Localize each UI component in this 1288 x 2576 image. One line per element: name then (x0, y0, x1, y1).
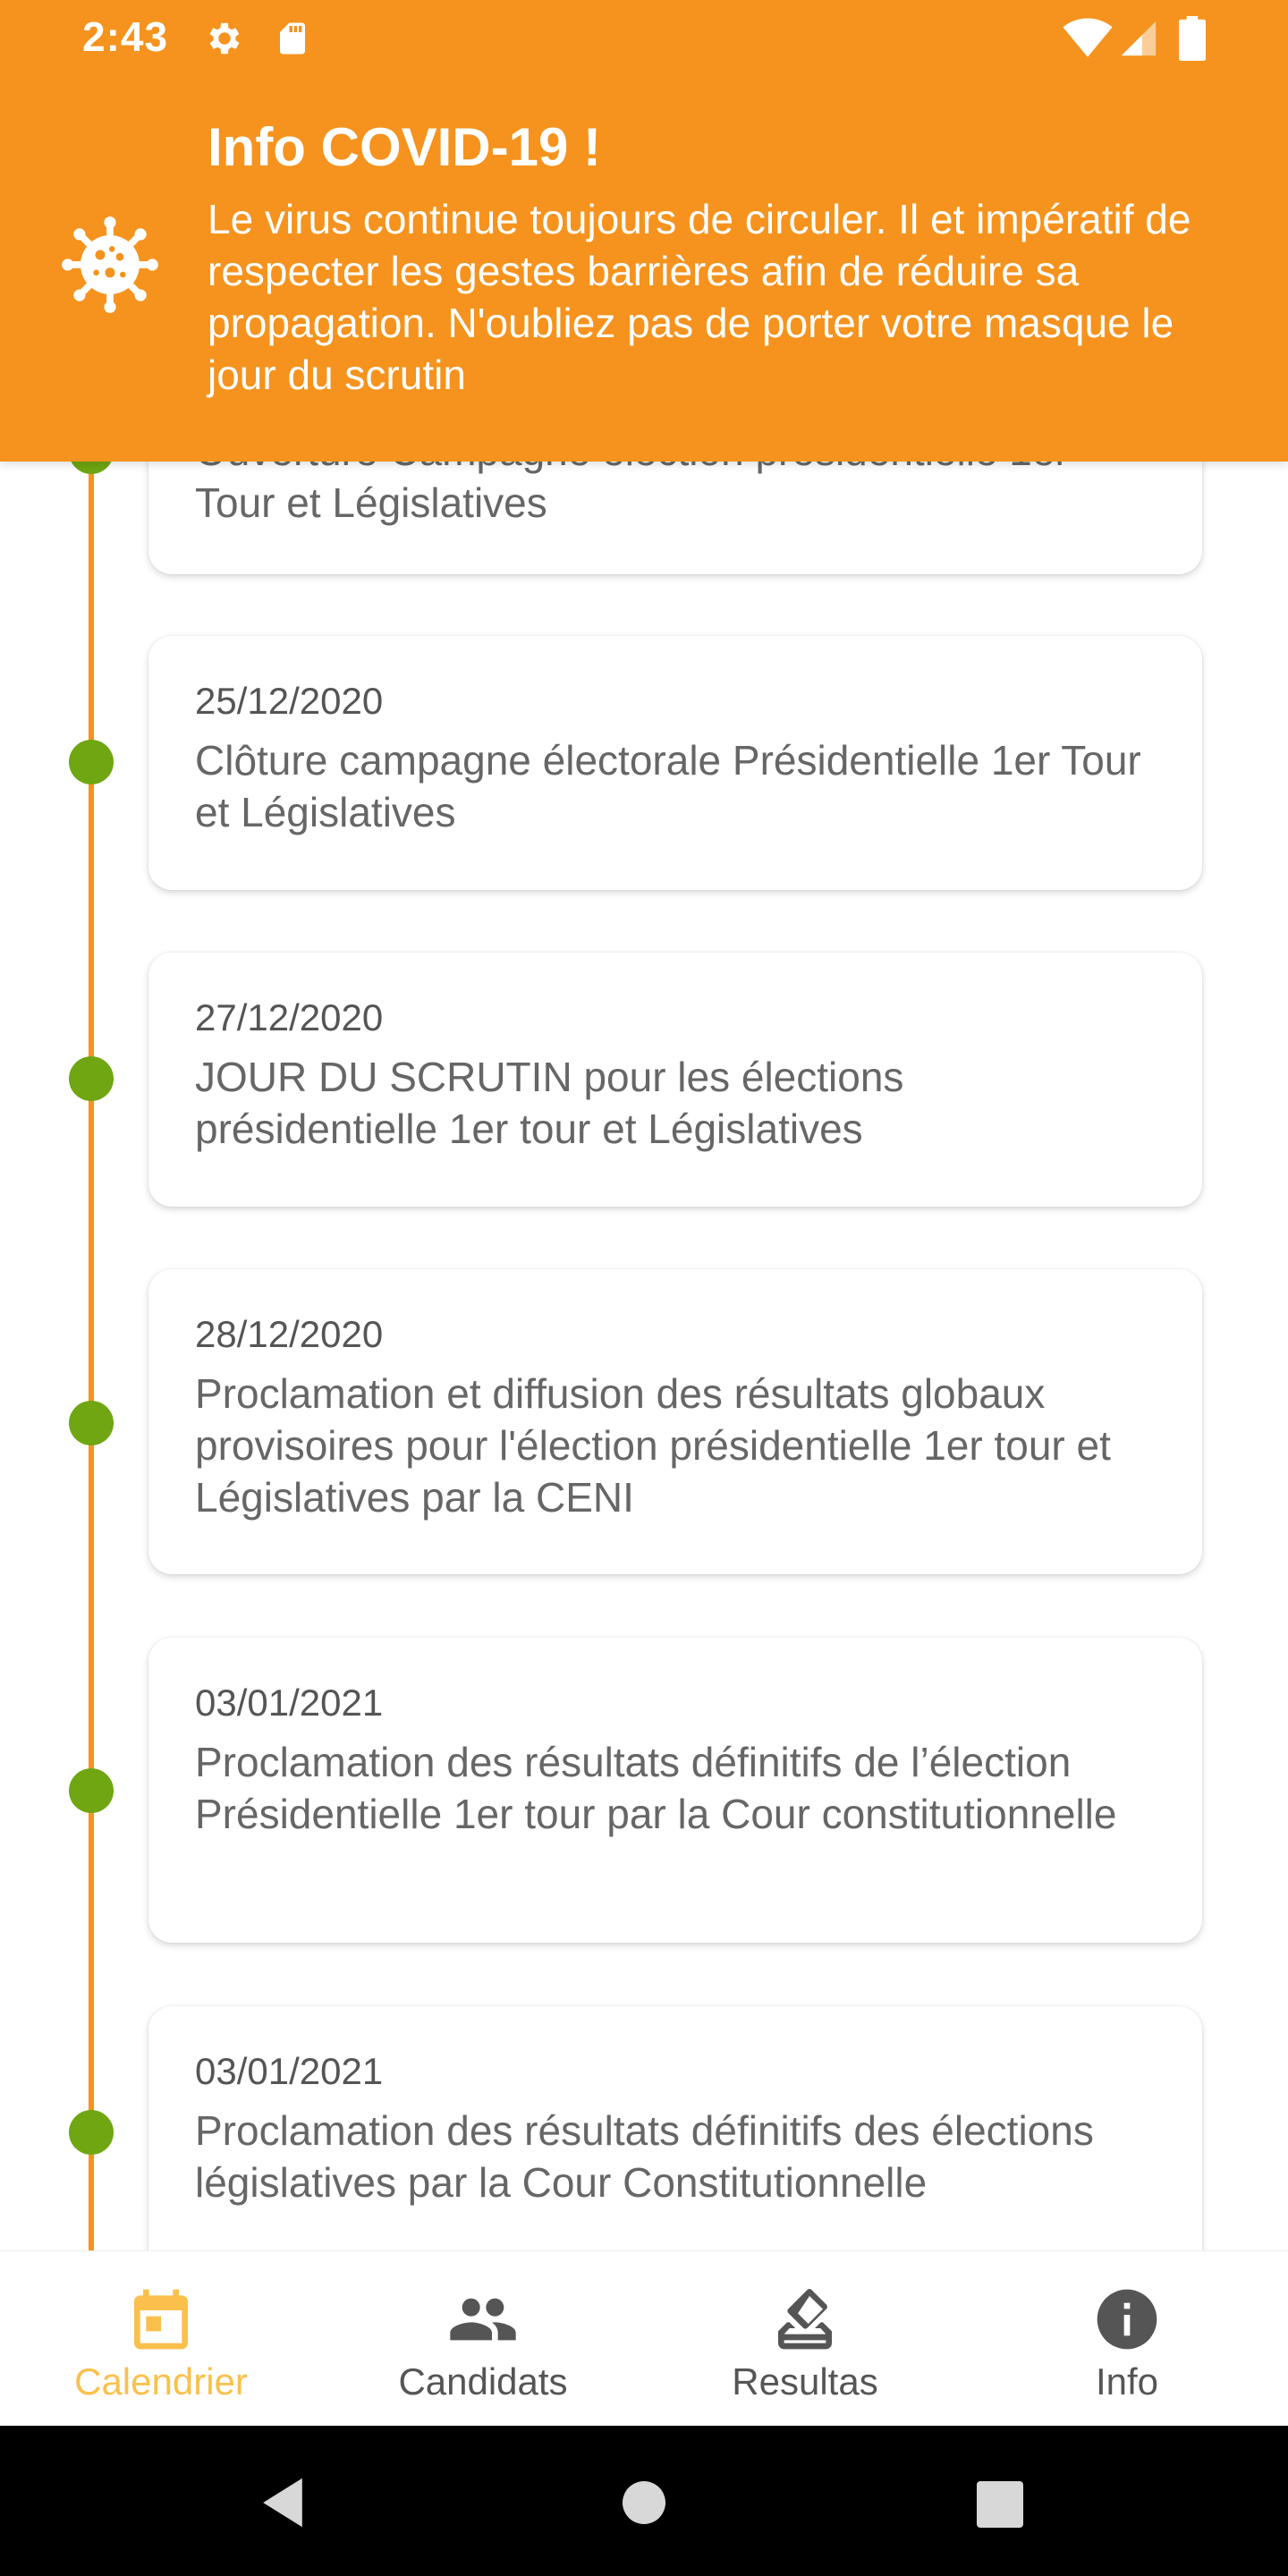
event-card[interactable]: 28/12/2020 Proclamation et diffusion des… (148, 1269, 1202, 1574)
tab-resultas[interactable]: Resultas (644, 2251, 966, 2427)
calendar-icon (134, 2289, 188, 2350)
timeline-dot (69, 1056, 114, 1101)
tab-label: Calendrier (74, 2360, 248, 2402)
event-date: 03/01/2021 (195, 2050, 384, 2092)
people-icon (450, 2298, 516, 2341)
event-description: Clôture campagne électorale Présidentiel… (195, 737, 1141, 835)
status-bar: 2:43 (0, 0, 1288, 77)
timeline-dot (69, 1768, 114, 1813)
banner-text: Le virus continue toujours de circuler. … (208, 196, 1191, 398)
recent-apps-icon[interactable] (977, 2481, 1023, 2528)
event-date: 28/12/2020 (195, 1313, 384, 1355)
gear-icon (209, 22, 240, 55)
event-card[interactable]: 25/12/2020 Clôture campagne électorale P… (148, 636, 1202, 890)
signal-icon (1121, 21, 1157, 56)
back-icon[interactable] (258, 2476, 308, 2529)
tab-info[interactable]: Info (966, 2251, 1288, 2427)
wifi-icon (1063, 18, 1113, 57)
tab-label: Info (1095, 2360, 1159, 2402)
event-description: Proclamation des résultats définitifs de… (195, 2107, 1094, 2206)
tab-candidats[interactable]: Candidats (322, 2251, 644, 2427)
system-navigation-bar (0, 2426, 1288, 2576)
event-date: 03/01/2021 (195, 1682, 384, 1724)
tab-label: Candidats (398, 2360, 568, 2402)
event-description: Proclamation des résultats définitifs de… (195, 1739, 1117, 1837)
sd-card-icon (280, 22, 305, 55)
event-date: 27/12/2020 (195, 996, 384, 1038)
timeline-line (89, 429, 94, 2250)
battery-icon (1179, 16, 1206, 61)
status-time: 2:43 (82, 13, 169, 60)
bottom-navigation: Calendrier Candidats Resultas Info (0, 2250, 1288, 2427)
tab-label: Resultas (732, 2360, 878, 2402)
event-date: 25/12/2020 (195, 680, 384, 722)
event-card[interactable]: 03/01/2021 Proclamation des résultats dé… (148, 1638, 1202, 1943)
event-card[interactable]: 03/01/2021 Proclamation des résultats dé… (148, 2006, 1202, 2250)
timeline-dot (69, 1401, 114, 1445)
info-icon (1097, 2289, 1157, 2350)
event-card[interactable]: 27/12/2020 JOUR DU SCRUTIN pour les élec… (148, 953, 1202, 1207)
event-description: JOUR DU SCRUTIN pour les élections prési… (195, 1054, 904, 1152)
event-description: Proclamation et diffusion des résultats … (195, 1370, 1111, 1521)
ballot-icon (778, 2289, 832, 2350)
banner-title: Info COVID-19 ! (208, 117, 602, 177)
timeline-dot (69, 740, 114, 784)
timeline-dot (69, 2110, 114, 2155)
tab-calendrier[interactable]: Calendrier (0, 2251, 322, 2427)
home-icon[interactable] (623, 2481, 665, 2524)
virus-icon (62, 216, 158, 313)
covid-info-banner: Info COVID-19 ! Le virus continue toujou… (0, 77, 1288, 462)
